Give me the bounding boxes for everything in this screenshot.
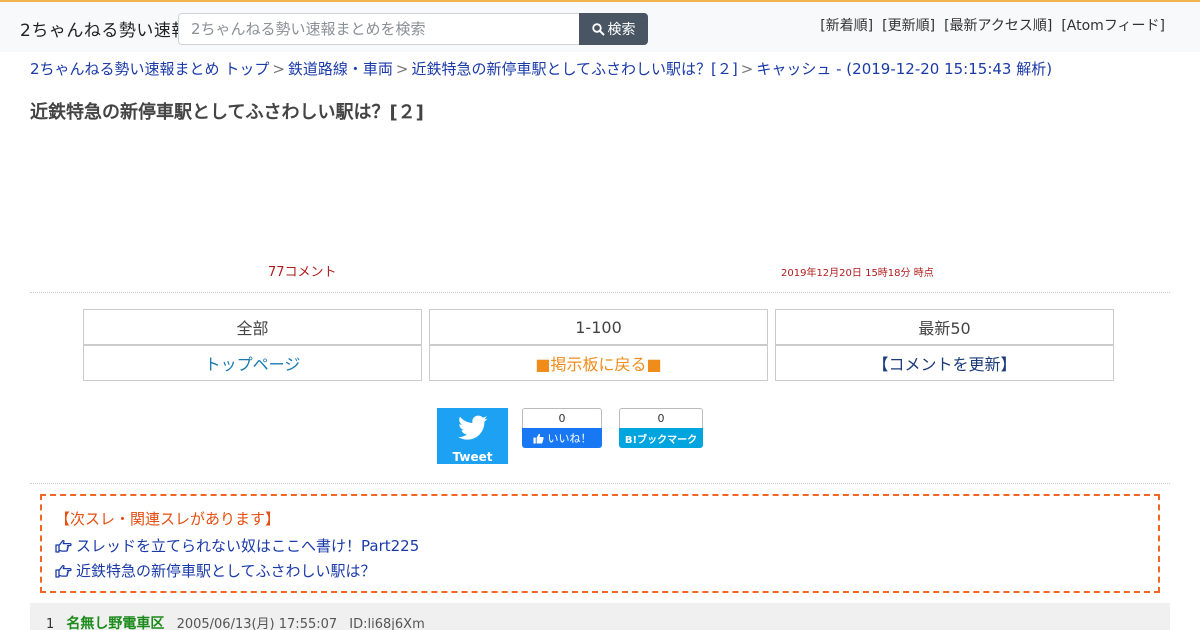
divider (30, 292, 1170, 293)
facebook-like: 0 いいね！ (522, 408, 602, 448)
related-link-text: スレッドを立てられない奴はここへ書け！Part225 (76, 537, 420, 555)
breadcrumb: 2ちゃんねる勢い速報まとめ トップ > 鉄道路線・車両 > 近鉄特急の新停車駅としてふさ… (30, 58, 1052, 79)
site-title[interactable]: 2ちゃんねる勢い速報まとめ (20, 16, 180, 41)
search-icon (591, 22, 605, 36)
search-input[interactable] (178, 13, 580, 45)
top-page-button[interactable]: トップページ (83, 345, 422, 381)
related-heading: 【次スレ・関連スレがあります】 (55, 510, 281, 528)
refresh-comments-button[interactable]: 【コメントを更新】 (775, 345, 1114, 381)
post-author: 名無し野電車区 (66, 616, 165, 630)
related-thread-link[interactable]: スレッドを立てられない奴はここへ書け！Part225 (55, 533, 1145, 558)
nav-atom-feed[interactable]: [Atomフィード] (1061, 15, 1165, 35)
thumbs-up-icon (532, 433, 544, 444)
range-1-100-button[interactable]: 1-100 (429, 309, 768, 345)
tweet-label: Tweet (452, 450, 493, 464)
breadcrumb-cache[interactable]: キャッシュ - (2019-12-20 15:15:43 解析) (756, 60, 1052, 78)
breadcrumb-separator: > (395, 60, 409, 78)
breadcrumb-category[interactable]: 鉄道路線・車両 (288, 60, 393, 78)
search-button[interactable]: 検索 (579, 13, 648, 45)
related-threads-box: 【次スレ・関連スレがあります】 スレッドを立てられない奴はここへ書け！Part2… (40, 494, 1160, 593)
related-thread-link[interactable]: 近鉄特急の新停車駅としてふさわしい駅は？ (55, 558, 1145, 583)
hatena-bookmark: 0 B!ブックマーク (619, 408, 703, 448)
hatena-count: 0 (619, 408, 703, 429)
breadcrumb-separator: > (272, 60, 285, 78)
post-header: 1 名無し野電車区 2005/06/13(月) 17:55:07 ID:li68… (30, 603, 1170, 630)
breadcrumb-home[interactable]: 2ちゃんねる勢い速報まとめ トップ (30, 60, 269, 78)
like-button[interactable]: いいね！ (522, 428, 602, 448)
nav-recent-access[interactable]: [最新アクセス順] (944, 15, 1052, 35)
top-bar: 2ちゃんねる勢い速報まとめ 検索 [新着順] [更新順] [最新アクセス順] [… (0, 0, 1200, 52)
tweet-button[interactable]: Tweet (437, 408, 508, 464)
show-all-button[interactable]: 全部 (83, 309, 422, 345)
like-label: いいね！ (547, 432, 592, 445)
comment-count: 77コメント (268, 265, 337, 280)
divider (30, 483, 1170, 484)
search-button-label: 検索 (607, 22, 636, 38)
pointing-hand-icon (55, 539, 72, 553)
post-id[interactable]: ID:li68j6Xm (349, 617, 424, 630)
back-to-board-button[interactable]: ■掲示板に戻る■ (429, 345, 768, 381)
like-count: 0 (522, 408, 602, 429)
nav-newest[interactable]: [新着順] (820, 15, 873, 35)
snapshot-timestamp: 2019年12月20日 15時18分 時点 (781, 268, 934, 279)
hatena-bookmark-button[interactable]: B!ブックマーク (619, 428, 703, 448)
related-link-text: 近鉄特急の新停車駅としてふさわしい駅は？ (76, 562, 376, 580)
latest-50-button[interactable]: 最新50 (775, 309, 1114, 345)
breadcrumb-separator: > (740, 60, 754, 78)
top-nav: [新着順] [更新順] [最新アクセス順] [Atomフィード] (820, 15, 1165, 35)
thread-title: 近鉄特急の新停車駅としてふさわしい駅は？[２] (30, 102, 424, 123)
twitter-bird-icon (458, 415, 488, 440)
pointing-hand-icon (55, 564, 72, 578)
post-date: 2005/06/13(月) 17:55:07 (176, 617, 338, 630)
nav-updated[interactable]: [更新順] (882, 15, 935, 35)
breadcrumb-thread[interactable]: 近鉄特急の新停車駅としてふさわしい駅は？[２] (412, 60, 738, 78)
post-number[interactable]: 1 (46, 617, 54, 630)
